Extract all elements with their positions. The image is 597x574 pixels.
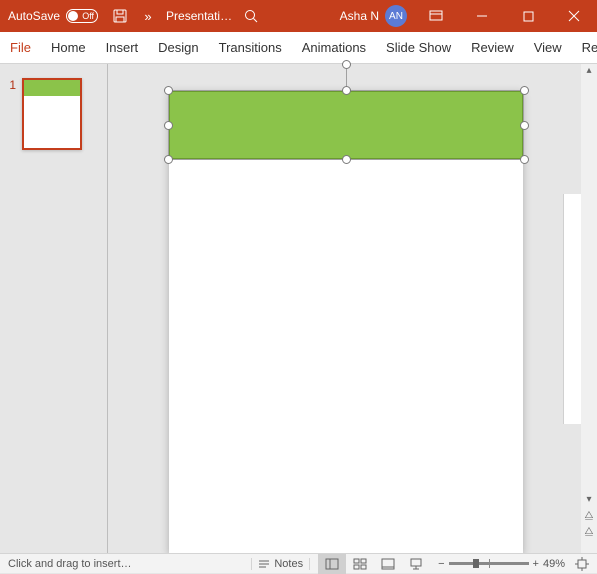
tab-slideshow[interactable]: Slide Show <box>376 32 461 63</box>
zoom-thumb[interactable] <box>473 559 479 568</box>
toggle-knob <box>68 11 78 21</box>
rotation-handle[interactable] <box>342 60 351 69</box>
zoom-percent[interactable]: 49% <box>543 558 565 570</box>
thumbnail-preview <box>22 78 82 150</box>
scroll-up-icon[interactable]: ▴ <box>584 66 594 76</box>
resize-handle-s[interactable] <box>342 155 351 164</box>
avatar: AN <box>385 5 407 27</box>
tab-insert[interactable]: Insert <box>96 32 149 63</box>
toggle-track: Off <box>66 9 98 23</box>
overflow-icon[interactable]: » <box>139 7 157 25</box>
sorter-view-icon[interactable] <box>346 554 374 574</box>
status-bar: Click and drag to insert… Notes − + 49% <box>0 553 597 573</box>
selected-rectangle-shape[interactable] <box>169 91 523 159</box>
search-icon[interactable] <box>242 7 260 25</box>
task-pane-edge <box>563 194 581 424</box>
view-buttons <box>318 554 430 574</box>
title-bar: AutoSave Off » Presentati… Asha N AN <box>0 0 597 32</box>
zoom-in-button[interactable]: + <box>533 558 539 570</box>
resize-handle-ne[interactable] <box>520 86 529 95</box>
fit-to-window-icon[interactable] <box>573 555 591 573</box>
tab-review[interactable]: Review <box>461 32 524 63</box>
prev-slide-icon[interactable]: ⧋ <box>584 511 594 523</box>
slide-canvas[interactable]: ▴ ▾ ⧋ ⧋ <box>108 64 597 553</box>
normal-view-icon[interactable] <box>318 554 346 574</box>
tab-animations[interactable]: Animations <box>292 32 376 63</box>
tab-view[interactable]: View <box>524 32 572 63</box>
maximize-button[interactable] <box>505 0 551 32</box>
resize-handle-w[interactable] <box>164 121 173 130</box>
tab-home[interactable]: Home <box>41 32 96 63</box>
zoom-slider[interactable] <box>449 562 529 565</box>
main-area: 1 ▴ ▾ ⧋ ⧋ <box>0 64 597 553</box>
resize-handle-n[interactable] <box>342 86 351 95</box>
user-account[interactable]: Asha N AN <box>334 5 413 27</box>
autosave-label: AutoSave <box>8 9 60 23</box>
notes-label: Notes <box>274 558 303 570</box>
user-name: Asha N <box>340 9 379 23</box>
status-message: Click and drag to insert… <box>0 558 140 570</box>
resize-handle-nw[interactable] <box>164 86 173 95</box>
resize-handle-sw[interactable] <box>164 155 173 164</box>
reading-view-icon[interactable] <box>374 554 402 574</box>
ribbon-tabs: File Home Insert Design Transitions Anim… <box>0 32 597 64</box>
close-button[interactable] <box>551 0 597 32</box>
vertical-scrollbar[interactable]: ▴ ▾ ⧋ ⧋ <box>581 64 597 553</box>
thumbnail-shape <box>24 80 80 96</box>
thumbnail-item[interactable]: 1 <box>0 78 107 150</box>
tab-transitions[interactable]: Transitions <box>209 32 292 63</box>
thumbnail-panel: 1 <box>0 64 108 553</box>
autosave-toggle[interactable]: AutoSave Off <box>0 9 106 23</box>
tab-design[interactable]: Design <box>148 32 208 63</box>
thumbnail-number: 1 <box>6 78 16 150</box>
resize-handle-e[interactable] <box>520 121 529 130</box>
next-slide-icon[interactable]: ⧋ <box>584 527 594 539</box>
zoom-out-button[interactable]: − <box>438 558 444 570</box>
resize-handle-se[interactable] <box>520 155 529 164</box>
slideshow-view-icon[interactable] <box>402 554 430 574</box>
document-title: Presentati… <box>166 9 232 23</box>
save-icon[interactable] <box>111 7 129 25</box>
scroll-down-icon[interactable]: ▾ <box>584 495 594 505</box>
ribbon-display-icon[interactable] <box>413 0 459 32</box>
autosave-state: Off <box>82 11 94 21</box>
tab-file[interactable]: File <box>0 32 41 63</box>
minimize-button[interactable] <box>459 0 505 32</box>
notes-button[interactable]: Notes <box>251 558 310 570</box>
tab-recording[interactable]: Recordi <box>572 32 597 63</box>
zoom-controls: − + 49% <box>438 558 565 570</box>
